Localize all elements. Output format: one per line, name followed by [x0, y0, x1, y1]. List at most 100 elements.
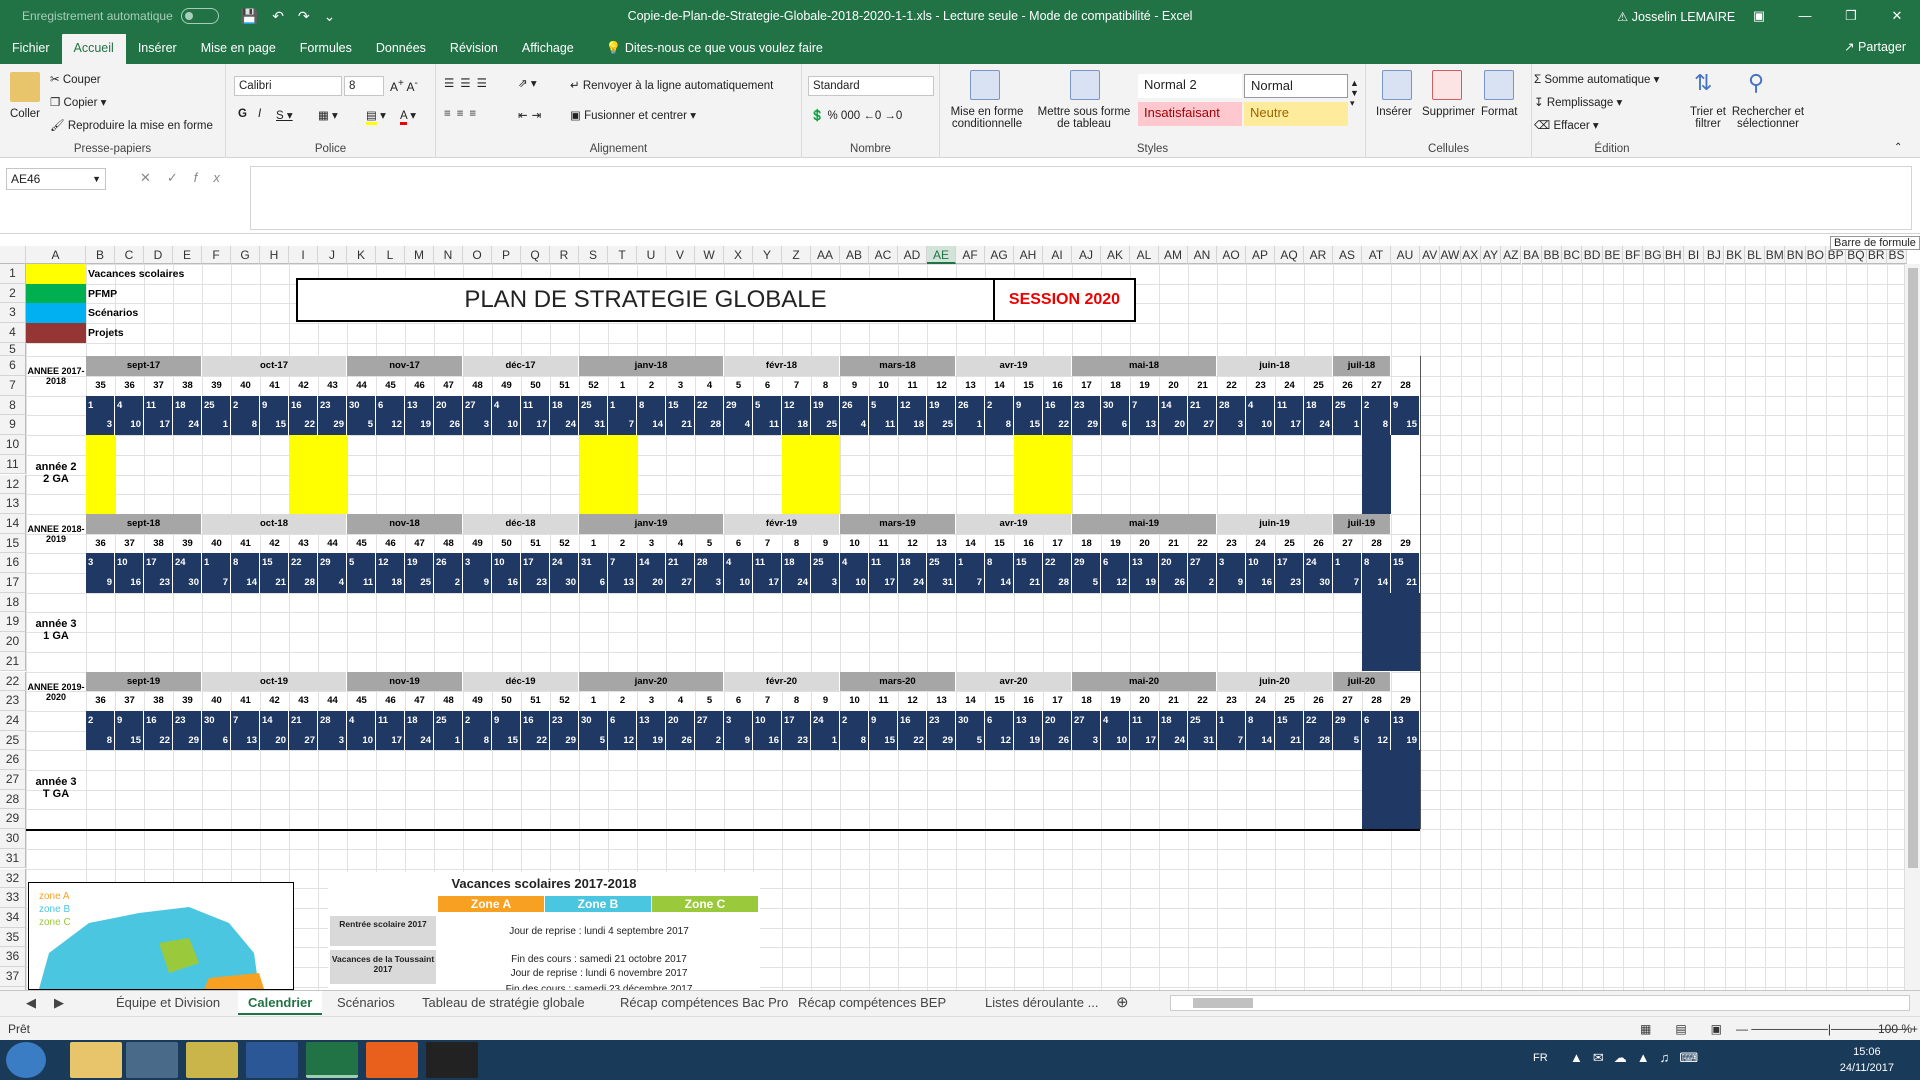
- sheet-tab[interactable]: Listes déroulante ...: [985, 991, 1098, 1015]
- column-header[interactable]: BF: [1623, 246, 1644, 264]
- view-buttons-icon[interactable]: ▦▤▣: [1640, 1017, 1746, 1041]
- row-header[interactable]: 8: [0, 395, 26, 416]
- redo-icon[interactable]: ↷: [298, 8, 310, 25]
- row-header[interactable]: 1: [0, 264, 26, 284]
- column-header[interactable]: BJ: [1704, 246, 1725, 264]
- column-header[interactable]: F: [202, 246, 231, 264]
- bold-button[interactable]: G: [238, 108, 247, 120]
- row-header[interactable]: 15: [0, 533, 26, 554]
- row-header[interactable]: 27: [0, 770, 26, 790]
- column-header[interactable]: BM: [1765, 246, 1786, 264]
- column-header[interactable]: B: [86, 246, 115, 264]
- clear-button[interactable]: ⌫ Effacer ▾: [1534, 118, 1599, 132]
- restore-icon[interactable]: ❐: [1828, 0, 1874, 32]
- row-header[interactable]: 20: [0, 632, 26, 652]
- collapse-ribbon-icon[interactable]: ⌃: [1894, 142, 1902, 153]
- column-header[interactable]: AN: [1188, 246, 1217, 264]
- column-header[interactable]: AT: [1362, 246, 1391, 264]
- row-header[interactable]: 6: [0, 356, 26, 376]
- save-icon[interactable]: 💾: [241, 8, 258, 25]
- column-header[interactable]: BA: [1521, 246, 1542, 264]
- column-header[interactable]: AG: [985, 246, 1014, 264]
- row-header[interactable]: 29: [0, 809, 26, 830]
- row-header[interactable]: 5: [0, 342, 26, 357]
- row-header[interactable]: 19: [0, 612, 26, 633]
- column-header[interactable]: AE: [927, 246, 956, 264]
- column-header[interactable]: AD: [898, 246, 927, 264]
- tab-revision[interactable]: Révision: [438, 34, 510, 64]
- close-icon[interactable]: ✕: [1874, 0, 1920, 32]
- column-header[interactable]: BL: [1744, 246, 1766, 264]
- column-header[interactable]: BC: [1562, 246, 1583, 264]
- row-header[interactable]: 3: [0, 303, 26, 324]
- column-header[interactable]: W: [695, 246, 724, 264]
- insert-cells-button[interactable]: Insérer: [1376, 106, 1412, 118]
- merge-center-button[interactable]: ▣ Fusionner et centrer ▾: [570, 108, 696, 122]
- column-header[interactable]: E: [173, 246, 202, 264]
- row-header[interactable]: 35: [0, 927, 26, 948]
- column-header[interactable]: I: [289, 246, 318, 264]
- sheet-tab[interactable]: Équipe et Division: [116, 991, 220, 1015]
- column-header[interactable]: U: [637, 246, 666, 264]
- row-header[interactable]: 11: [0, 454, 26, 475]
- column-header[interactable]: T: [608, 246, 637, 264]
- indent-icons[interactable]: ⇤⇥: [518, 108, 545, 122]
- row-header[interactable]: 37: [0, 967, 26, 987]
- find-select-icon[interactable]: ⚲: [1748, 70, 1764, 96]
- vertical-align-icons[interactable]: ☰☰☰: [444, 76, 493, 90]
- format-cells-button[interactable]: Format: [1481, 106, 1517, 118]
- hscroll-thumb[interactable]: [1193, 998, 1253, 1008]
- chevron-down-icon[interactable]: ▼: [92, 169, 101, 189]
- format-painter-button[interactable]: 🖌 Reproduire la mise en forme: [50, 118, 213, 132]
- italic-button[interactable]: I: [258, 108, 261, 120]
- font-grow-icon[interactable]: A+ A-: [390, 78, 418, 94]
- plan-title-box[interactable]: PLAN DE STRATEGIE GLOBALE SESSION 2020: [296, 278, 1136, 322]
- row-header[interactable]: 24: [0, 710, 26, 731]
- formula-input[interactable]: [250, 166, 1912, 230]
- column-header[interactable]: Y: [753, 246, 782, 264]
- column-header[interactable]: BH: [1663, 246, 1684, 264]
- row-header[interactable]: 36: [0, 947, 26, 967]
- sheet-tab-active[interactable]: Calendrier: [238, 991, 323, 1015]
- explorer-icon[interactable]: [70, 1042, 122, 1078]
- format-as-table-icon[interactable]: [1070, 70, 1100, 100]
- styles-scroll-icon[interactable]: ▲ ▼ ▾: [1350, 78, 1359, 109]
- column-header[interactable]: V: [666, 246, 695, 264]
- row-header[interactable]: 12: [0, 474, 26, 495]
- add-sheet-icon[interactable]: ⊕: [1116, 991, 1129, 1015]
- delete-cells-button[interactable]: Supprimer: [1422, 106, 1475, 118]
- font-name-select[interactable]: Calibri: [234, 76, 342, 96]
- style-normal2[interactable]: Normal 2: [1138, 74, 1242, 98]
- column-header[interactable]: BG: [1643, 246, 1664, 264]
- delete-cells-icon[interactable]: [1432, 70, 1462, 100]
- sort-filter-icon[interactable]: ⇅: [1694, 70, 1712, 96]
- tab-mise-en-page[interactable]: Mise en page: [189, 34, 288, 64]
- formula-buttons[interactable]: ✕✓fx: [140, 170, 236, 186]
- column-header[interactable]: AR: [1304, 246, 1333, 264]
- sheet-tab[interactable]: Récap compétences Bac Pro: [620, 991, 788, 1015]
- clock[interactable]: 15:06 24/11/2017: [1840, 1044, 1894, 1076]
- row-header[interactable]: 14: [0, 513, 26, 534]
- column-header[interactable]: AW: [1440, 246, 1461, 264]
- column-header[interactable]: G: [231, 246, 260, 264]
- user-name[interactable]: ⚠ Josselin LEMAIRE: [1617, 9, 1735, 24]
- app-icon[interactable]: [186, 1042, 238, 1078]
- row-header[interactable]: 2: [0, 283, 26, 304]
- column-header[interactable]: K: [347, 246, 376, 264]
- fill-button[interactable]: ↧ Remplissage ▾: [1534, 95, 1622, 109]
- sheet-tab[interactable]: Tableau de stratégie globale: [422, 991, 585, 1015]
- zoom-level[interactable]: 100 %: [1878, 1017, 1912, 1041]
- column-header[interactable]: X: [724, 246, 753, 264]
- tab-fichier[interactable]: Fichier: [0, 34, 62, 64]
- row-header[interactable]: 26: [0, 750, 26, 770]
- paste-icon[interactable]: [10, 72, 40, 102]
- column-header[interactable]: AL: [1130, 246, 1159, 264]
- sheet-tab[interactable]: Scénarios: [337, 991, 395, 1015]
- column-header[interactable]: D: [144, 246, 173, 264]
- format-as-table-button[interactable]: Mettre sous forme de tableau: [1034, 106, 1134, 130]
- next-sheet-icon[interactable]: ▶: [54, 991, 64, 1015]
- customize-icon[interactable]: ⌄: [324, 8, 336, 25]
- underline-button[interactable]: S ▾: [276, 108, 293, 122]
- borders-icon[interactable]: ▦ ▾: [318, 108, 338, 122]
- tab-accueil[interactable]: Accueil: [61, 34, 126, 64]
